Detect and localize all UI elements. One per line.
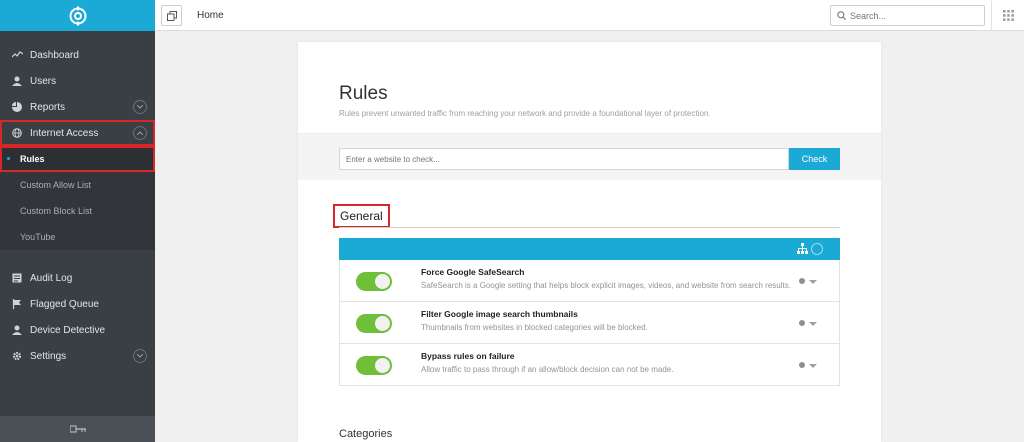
status-dot-icon: [799, 320, 805, 326]
user-icon: [11, 324, 23, 336]
rule-toggle[interactable]: [356, 314, 392, 333]
section-title-categories: Categories: [339, 428, 393, 440]
sidebar-item-label: Settings: [30, 350, 67, 362]
rule-row-force-safesearch: Force Google SafeSearch SafeSearch is a …: [339, 260, 840, 302]
rule-name: Force Google SafeSearch: [421, 267, 525, 277]
chevron-down-icon[interactable]: [811, 243, 823, 255]
window-stack-icon: [166, 10, 177, 21]
search-input[interactable]: [850, 10, 980, 21]
section-divider: [339, 227, 840, 228]
topbar: Home: [155, 0, 1024, 31]
sidebar-item-label: Users: [30, 75, 57, 87]
sidebar-item-label: Audit Log: [30, 272, 73, 284]
rules-panel: Rules Rules prevent unwanted traffic fro…: [298, 42, 881, 442]
toggle-knob: [375, 274, 390, 289]
rule-row-bypass-on-failure: Bypass rules on failure Allow traffic to…: [339, 344, 840, 386]
sidebar: Dashboard Users Reports Internet Access: [0, 0, 155, 442]
sidebar-item-label: Flagged Queue: [30, 298, 99, 310]
sidebar-subitem-custom-allow-list[interactable]: Custom Allow List: [0, 172, 155, 198]
rule-description: Allow traffic to pass through if an allo…: [421, 365, 674, 374]
breadcrumb[interactable]: Home: [197, 10, 224, 21]
pie-chart-icon: [11, 101, 23, 113]
sidebar-item-label: Internet Access: [30, 127, 99, 139]
website-check-bar: Check: [298, 133, 881, 180]
chevron-up-icon[interactable]: [133, 126, 147, 140]
sidebar-item-users[interactable]: Users: [0, 68, 155, 94]
hierarchy-icon[interactable]: [797, 243, 808, 254]
rule-name: Bypass rules on failure: [421, 351, 515, 361]
window-toggle-button[interactable]: [161, 5, 182, 26]
caret-down-icon[interactable]: [809, 322, 817, 326]
globe-icon: [11, 127, 23, 139]
rule-row-filter-thumbnails: Filter Google image search thumbnails Th…: [339, 302, 840, 344]
page-title: Rules: [339, 83, 388, 104]
rule-name: Filter Google image search thumbnails: [421, 309, 578, 319]
sidebar-subitem-rules[interactable]: Rules: [0, 146, 155, 172]
search-box: [830, 5, 985, 26]
key-icon: [69, 425, 86, 433]
target-logo-icon: [69, 6, 86, 25]
sidebar-subitem-label: Rules: [20, 154, 45, 164]
gear-icon: [11, 350, 23, 362]
status-dot-icon: [799, 278, 805, 284]
sidebar-subitem-label: Custom Block List: [20, 206, 93, 216]
sidebar-subitem-youtube[interactable]: YouTube: [0, 224, 155, 250]
caret-down-icon[interactable]: [809, 364, 817, 368]
user-icon: [11, 75, 23, 87]
topbar-divider: [991, 0, 992, 31]
chevron-down-icon[interactable]: [133, 349, 147, 363]
chevron-down-icon[interactable]: [133, 100, 147, 114]
flag-icon: [11, 298, 23, 310]
status-dot-icon: [799, 362, 805, 368]
search-icon: [837, 11, 846, 20]
sidebar-item-dashboard[interactable]: Dashboard: [0, 42, 155, 68]
logo-bar[interactable]: [0, 0, 155, 31]
sidebar-item-device-detective[interactable]: Device Detective: [0, 317, 155, 343]
sidebar-item-label: Dashboard: [30, 49, 79, 61]
sidebar-nav-secondary: Audit Log Flagged Queue Device Detective…: [0, 265, 155, 369]
apps-grid-icon[interactable]: [1003, 10, 1014, 21]
check-button[interactable]: Check: [789, 148, 840, 170]
sidebar-nav: Dashboard Users Reports Internet Access: [0, 42, 155, 250]
sidebar-footer[interactable]: [0, 416, 155, 442]
sidebar-item-reports[interactable]: Reports: [0, 94, 155, 120]
sidebar-item-flagged-queue[interactable]: Flagged Queue: [0, 291, 155, 317]
activity-line-icon: [11, 49, 23, 61]
section-title-general: General: [333, 204, 390, 228]
rule-description: Thumbnails from websites in blocked cate…: [421, 323, 648, 332]
log-icon: [11, 272, 23, 284]
sidebar-subitem-label: YouTube: [20, 232, 56, 242]
rules-table-header: [339, 238, 840, 260]
toggle-knob: [375, 358, 390, 373]
rule-description: SafeSearch is a Google setting that help…: [421, 281, 791, 290]
sidebar-item-internet-access[interactable]: Internet Access: [0, 120, 155, 146]
toggle-knob: [375, 316, 390, 331]
page-subtitle: Rules prevent unwanted traffic from reac…: [339, 109, 711, 118]
website-check-input[interactable]: [339, 148, 789, 170]
sidebar-subitem-label: Custom Allow List: [20, 180, 92, 190]
active-dot-icon: [7, 157, 10, 160]
sidebar-item-audit-log[interactable]: Audit Log: [0, 265, 155, 291]
sidebar-item-label: Device Detective: [30, 324, 106, 336]
sidebar-item-label: Reports: [30, 101, 66, 113]
rule-toggle[interactable]: [356, 356, 392, 375]
sidebar-subitem-custom-block-list[interactable]: Custom Block List: [0, 198, 155, 224]
sidebar-item-settings[interactable]: Settings: [0, 343, 155, 369]
caret-down-icon[interactable]: [809, 280, 817, 284]
internet-access-submenu: Rules Custom Allow List Custom Block Lis…: [0, 146, 155, 250]
rule-toggle[interactable]: [356, 272, 392, 291]
